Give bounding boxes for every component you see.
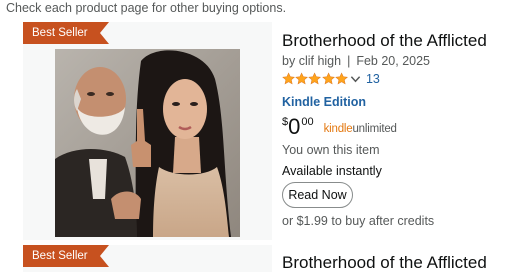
author-link[interactable]: clif high [299,54,341,68]
buying-options-notice: Check each product page for other buying… [6,1,287,15]
rating-widget[interactable]: 13 [282,72,380,86]
product-title-link[interactable]: Brotherhood of the Afflicted [282,31,487,51]
star-icon [282,72,295,85]
search-result-card: Best Seller Brotherhood of the Afflicted [23,245,520,272]
product-image-panel: Best Seller [23,22,272,240]
author-prefix: by [282,54,296,68]
price[interactable]: $ 0 00 kindleunlimited [282,115,397,139]
publication-date: Feb 20, 2025 [356,54,430,68]
credits-offer: or $1.99 to buy after credits [282,214,435,228]
format-link-kindle-edition[interactable]: Kindle Edition [282,95,366,109]
book-cover-image[interactable] [55,49,240,237]
kindle-unlimited-logo: kindleunlimited [323,123,397,135]
best-seller-badge: Best Seller [23,245,109,267]
star-rating[interactable] [282,72,348,86]
read-now-button[interactable]: Read Now [282,182,353,208]
byline: by clif high | Feb 20, 2025 [282,54,430,68]
star-icon [334,72,348,85]
product-title-link[interactable]: Brotherhood of the Afflicted [282,253,487,272]
product-image-panel: Best Seller [23,245,272,272]
availability-status: Available instantly [282,164,382,178]
search-result-card: Best Seller Brotherhood of the Afflicted… [23,22,520,240]
star-icon [295,72,309,85]
byline-separator: | [347,54,351,68]
chevron-down-icon[interactable] [350,74,361,84]
price-fraction: 00 [301,116,314,128]
star-icon [308,72,322,85]
ownership-status: You own this item [282,143,380,157]
star-icon [321,72,335,85]
price-whole: 0 [288,114,301,139]
rating-count-link[interactable]: 13 [366,72,380,86]
best-seller-badge: Best Seller [23,22,109,44]
